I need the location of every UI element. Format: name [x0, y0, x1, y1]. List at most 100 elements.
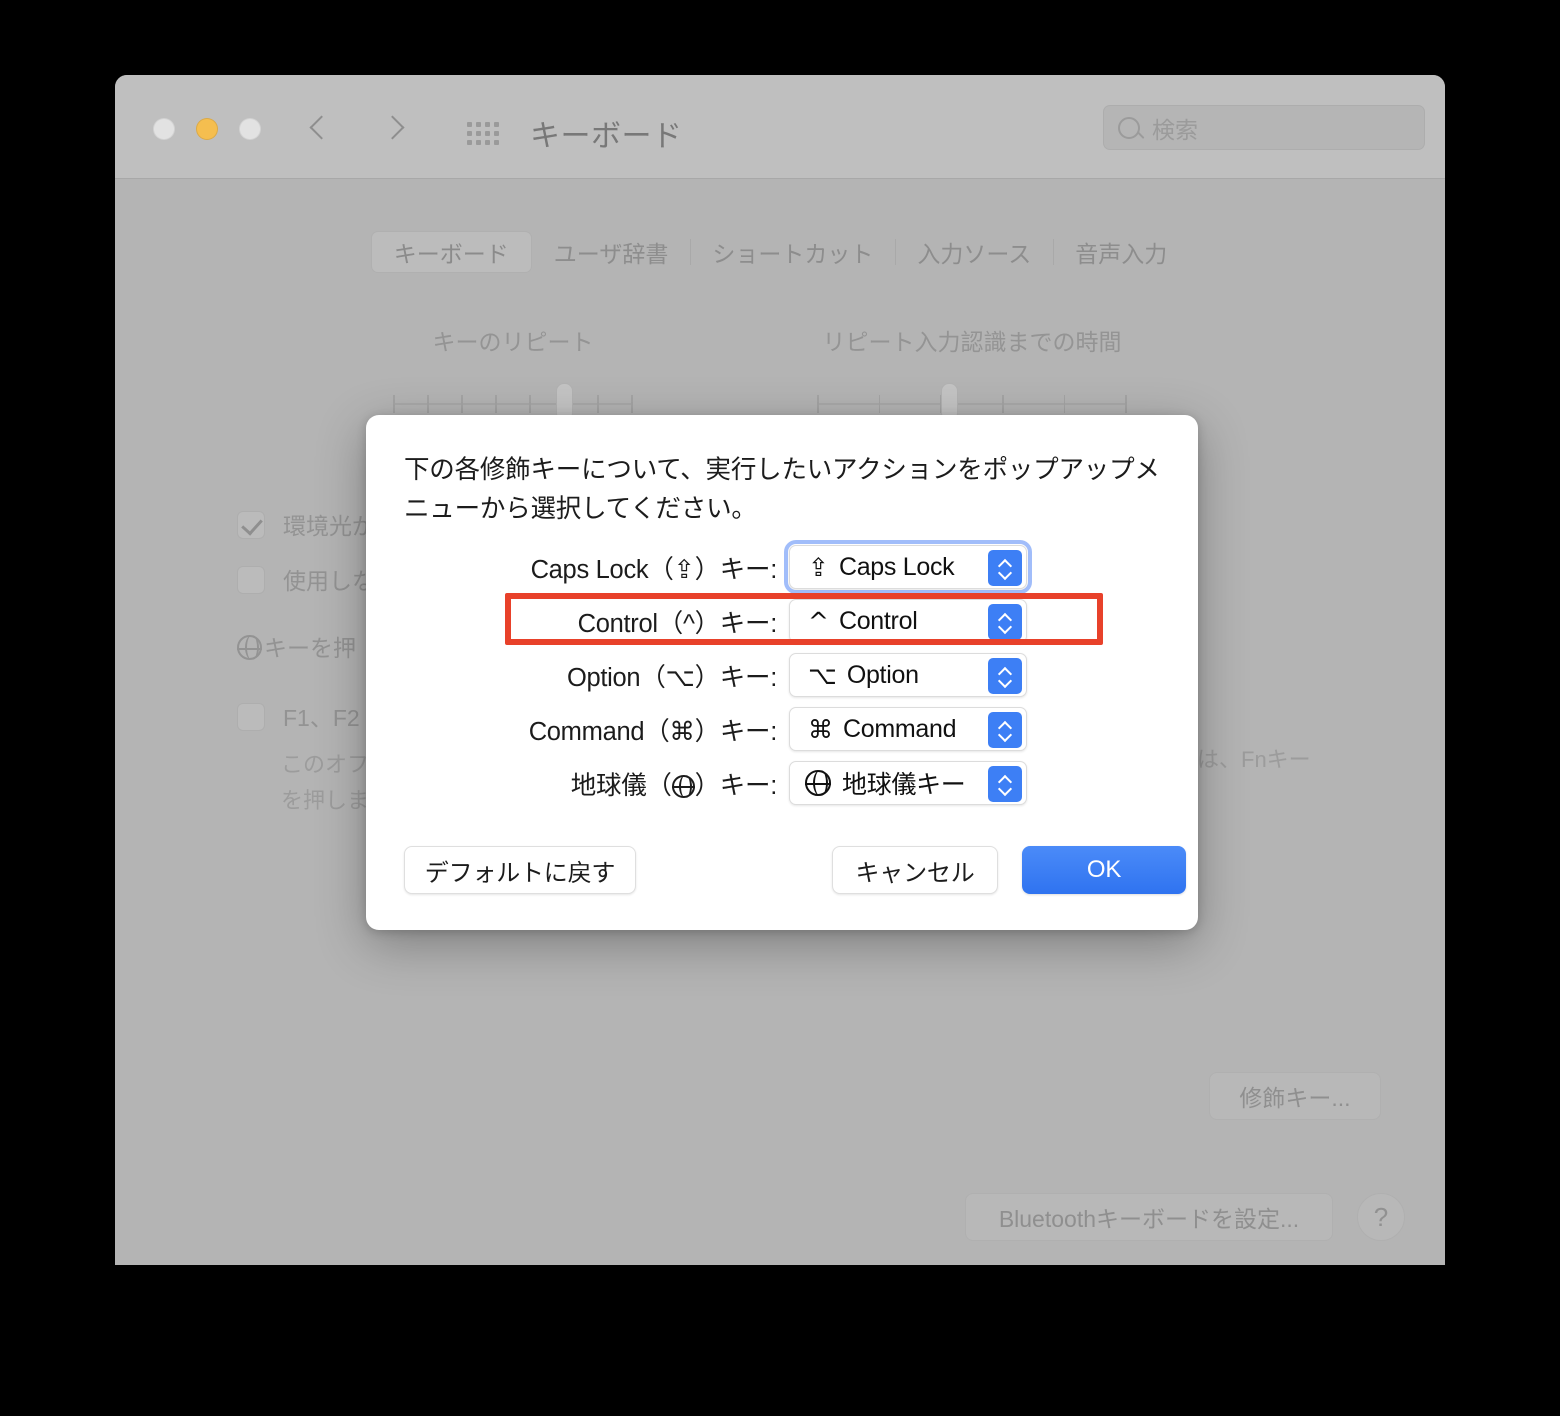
tab-dictation[interactable]: 音声入力 [1053, 231, 1189, 273]
tab-label: キーボード [393, 241, 509, 267]
tab-label: ショートカット [712, 241, 874, 267]
row-command: Command（⌘）キー: ⌘ Command [366, 702, 1198, 756]
tab-label: 入力ソース [917, 241, 1032, 267]
row-option: Option（⌥）キー: ⌥ Option [366, 648, 1198, 702]
row-control: Control（^）キー: ^ Control [366, 594, 1198, 648]
caps-lock-symbol-icon: ⇪ [808, 552, 829, 582]
command-value: Command [843, 714, 957, 743]
control-label: Control（^）キー: [577, 609, 778, 638]
minimize-button-icon[interactable] [196, 118, 218, 140]
close-button-icon[interactable] [153, 118, 175, 140]
globe-key-label: キーを押 [237, 631, 356, 667]
checkbox-row-ambient-light[interactable]: 環境光が [237, 509, 375, 545]
option-stepper-icon[interactable] [988, 658, 1022, 694]
option-label: Option（⌥）キー: [566, 663, 777, 692]
search-field[interactable]: 検索 [1103, 105, 1425, 150]
slider-ticks [817, 395, 1127, 413]
checkbox-disable[interactable] [237, 566, 265, 594]
command-popup-button[interactable]: ⌘ Command [789, 707, 1027, 751]
tab-user-dictionary[interactable]: ユーザ辞書 [532, 231, 691, 273]
command-label: Command（⌘）キー: [528, 717, 778, 746]
caps-lock-stepper-icon[interactable] [988, 550, 1022, 586]
globe-label: 地球儀（ ）キー: [570, 771, 778, 800]
globe-icon [805, 770, 831, 796]
option-symbol-icon: ⌥ [808, 660, 837, 690]
globe-value: 地球儀キー [842, 771, 966, 799]
globe-icon [671, 774, 695, 798]
delay-until-repeat-slider[interactable] [817, 383, 1127, 421]
caps-lock-label: Caps Lock（⇪）キー: [530, 555, 778, 584]
delay-until-repeat-label: リピート入力認識までの時間 [822, 329, 1122, 355]
caps-lock-popup-button[interactable]: ⇪ Caps Lock [784, 540, 1032, 594]
dialog-button-bar: デフォルトに戻す キャンセル OK [366, 846, 1198, 894]
dialog-instruction: 下の各修飾キーについて、実行したいアクションをポップアップメニューから選択してく… [404, 456, 1160, 523]
grid-dot [494, 140, 499, 145]
option-value: Option [846, 660, 919, 689]
help-button[interactable]: ? [1357, 1193, 1405, 1241]
tab-input-sources[interactable]: 入力ソース [895, 231, 1053, 273]
checkbox-label: 環境光が [283, 513, 375, 539]
globe-icon [237, 635, 262, 660]
ok-button[interactable]: OK [1022, 846, 1186, 894]
grid-dot [485, 131, 490, 136]
window-titlebar: キーボード 検索 [115, 75, 1445, 179]
grid-dot [485, 140, 490, 145]
restore-defaults-button[interactable]: デフォルトに戻す [404, 846, 636, 894]
tab-label: ユーザ辞書 [553, 241, 669, 267]
tab-strip: キーボード ユーザ辞書 ショートカット 入力ソース 音声入力 [370, 231, 1189, 273]
navigation-arrows [307, 111, 407, 145]
grid-dot [467, 140, 472, 145]
globe-popup-button[interactable]: 地球儀キー [789, 761, 1027, 805]
modifier-rows: Caps Lock（⇪）キー: ⇪ Caps Lock Control（^）キー… [366, 540, 1198, 810]
globe-key-text: キーを押 [264, 635, 356, 661]
tab-label: 音声入力 [1075, 241, 1168, 267]
key-repeat-slider-group: キーのリピート [393, 323, 633, 421]
tab-bar: キーボード ユーザ辞書 ショートカット 入力ソース 音声入力 [115, 231, 1445, 273]
checkbox-function-keys[interactable] [237, 703, 265, 731]
control-stepper-icon[interactable] [988, 604, 1022, 640]
show-all-grid-icon[interactable] [467, 122, 499, 145]
checkbox-row-disable[interactable]: 使用しな [237, 564, 375, 600]
checkbox-row-function-keys[interactable]: F1、F2 [237, 701, 360, 737]
control-symbol-icon: ^ [808, 606, 829, 636]
grid-dot [494, 122, 499, 127]
checkbox-ambient-light[interactable] [237, 511, 265, 539]
grid-dot [467, 122, 472, 127]
function-keys-description-line1: このオフ [281, 752, 370, 777]
globe-stepper-icon[interactable] [988, 766, 1022, 802]
caps-lock-value: Caps Lock [838, 552, 955, 581]
back-arrow-icon[interactable] [307, 111, 333, 145]
tab-keyboard[interactable]: キーボード [370, 231, 532, 273]
traffic-lights [153, 118, 261, 140]
row-globe: 地球儀（ ）キー: 地球儀キー [366, 756, 1198, 810]
globe-key-row: キーを押 [237, 631, 356, 667]
grid-dot [467, 131, 472, 136]
key-repeat-label: キーのリピート [432, 329, 594, 355]
command-symbol-icon: ⌘ [808, 714, 833, 744]
checkbox-label: F1、F2 [283, 705, 360, 731]
control-popup-button[interactable]: ^ Control [789, 599, 1027, 643]
forward-arrow-icon[interactable] [381, 111, 407, 145]
key-repeat-slider[interactable] [393, 383, 633, 421]
grid-dot [485, 122, 490, 127]
command-stepper-icon[interactable] [988, 712, 1022, 748]
modifier-keys-button[interactable]: 修飾キー... [1209, 1072, 1381, 1120]
search-placeholder: 検索 [1152, 116, 1198, 143]
grid-dot [494, 131, 499, 136]
checkbox-label: 使用しな [283, 568, 375, 594]
screenshot-root: キーボード 検索 キーボード ユーザ辞書 ショートカット 入力ソース 音声入力 … [0, 0, 1560, 1416]
grid-dot [476, 131, 481, 136]
tab-shortcuts[interactable]: ショートカット [690, 231, 895, 273]
page-title: キーボード [530, 120, 683, 153]
row-caps-lock: Caps Lock（⇪）キー: ⇪ Caps Lock [366, 540, 1198, 594]
option-popup-button[interactable]: ⌥ Option [789, 653, 1027, 697]
modifier-keys-dialog: 下の各修飾キーについて、実行したいアクションをポップアップメニューから選択してく… [366, 415, 1198, 930]
control-value: Control [838, 606, 918, 635]
grid-dot [476, 122, 481, 127]
delay-until-repeat-slider-group: リピート入力認識までの時間 [817, 323, 1127, 421]
bluetooth-keyboard-button[interactable]: Bluetoothキーボードを設定... [965, 1193, 1333, 1241]
zoom-button-icon[interactable] [239, 118, 261, 140]
search-icon [1118, 116, 1140, 139]
cancel-button[interactable]: キャンセル [832, 846, 998, 894]
grid-dot [476, 140, 481, 145]
